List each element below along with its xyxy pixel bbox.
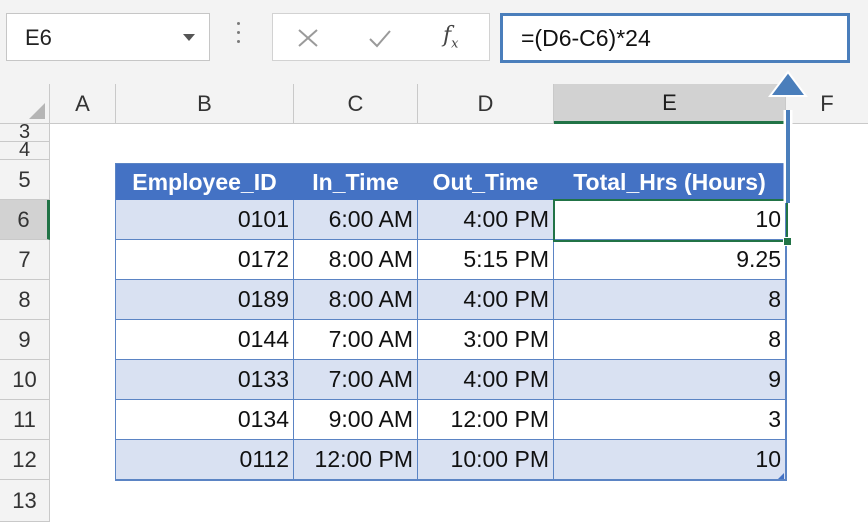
cell-c10[interactable]: 7:00 AM — [294, 360, 418, 400]
cell-b7[interactable]: 0172 — [116, 240, 294, 280]
row-header-3[interactable]: 3 — [0, 124, 50, 142]
row-header-5[interactable]: 5 — [0, 160, 50, 200]
cell-d7[interactable]: 5:15 PM — [418, 240, 554, 280]
cancel-icon[interactable] — [297, 28, 319, 48]
name-box-value: E6 — [25, 25, 52, 50]
cell-c8[interactable]: 8:00 AM — [294, 280, 418, 320]
column-header-d[interactable]: D — [418, 84, 554, 124]
cell-d11[interactable]: 12:00 PM — [418, 400, 554, 440]
cell-d8[interactable]: 4:00 PM — [418, 280, 554, 320]
formula-bar-area: E6 fx =(D6-C6)*24 — [0, 0, 868, 84]
cell-d10[interactable]: 4:00 PM — [418, 360, 554, 400]
row-header-11[interactable]: 11 — [0, 400, 50, 440]
row-header-4[interactable]: 4 — [0, 142, 50, 160]
cell-c12[interactable]: 12:00 PM — [294, 440, 418, 480]
cell-e9[interactable]: 8 — [554, 320, 786, 360]
name-box[interactable]: E6 — [6, 13, 210, 61]
cell-c9[interactable]: 7:00 AM — [294, 320, 418, 360]
cell-e7[interactable]: 9.25 — [554, 240, 786, 280]
cell-e8[interactable]: 8 — [554, 280, 786, 320]
column-header-e[interactable]: E — [554, 84, 786, 124]
row-header-10[interactable]: 10 — [0, 360, 50, 400]
column-header-c[interactable]: C — [294, 84, 418, 124]
table-header-out-time[interactable]: Out_Time — [418, 164, 554, 200]
column-header-f[interactable]: F — [786, 84, 868, 124]
enter-check-icon[interactable] — [368, 28, 392, 48]
table-header-total-hrs[interactable]: Total_Hrs (Hours) — [554, 164, 786, 200]
fill-handle[interactable] — [783, 237, 792, 246]
select-all-corner[interactable] — [0, 84, 50, 124]
cell-c6[interactable]: 6:00 AM — [294, 200, 418, 240]
cell-d6[interactable]: 4:00 PM — [418, 200, 554, 240]
worksheet-grid: A B C D E F 3 4 5 6 7 8 9 10 11 12 13 Em… — [0, 84, 868, 522]
cell-d9[interactable]: 3:00 PM — [418, 320, 554, 360]
cell-d12[interactable]: 10:00 PM — [418, 440, 554, 480]
cell-e12[interactable]: 10 — [554, 440, 786, 480]
formula-input[interactable]: =(D6-C6)*24 — [500, 13, 850, 63]
table-header-employee-id[interactable]: Employee_ID — [116, 164, 294, 200]
row-header-13[interactable]: 13 — [0, 480, 50, 522]
column-header-b[interactable]: B — [116, 84, 294, 124]
insert-function-icon[interactable]: fx — [443, 23, 459, 51]
cell-b10[interactable]: 0133 — [116, 360, 294, 400]
cell-e11[interactable]: 3 — [554, 400, 786, 440]
cell-b11[interactable]: 0134 — [116, 400, 294, 440]
row-header-7[interactable]: 7 — [0, 240, 50, 280]
cell-c11[interactable]: 9:00 AM — [294, 400, 418, 440]
cell-c7[interactable]: 8:00 AM — [294, 240, 418, 280]
formula-buttons: fx — [272, 13, 490, 61]
cell-b6[interactable]: 0101 — [116, 200, 294, 240]
row-header-8[interactable]: 8 — [0, 280, 50, 320]
cell-b12[interactable]: 0112 — [116, 440, 294, 480]
more-options-icon[interactable] — [237, 22, 241, 50]
formula-text: =(D6-C6)*24 — [521, 25, 651, 51]
chevron-down-icon[interactable] — [183, 34, 195, 41]
column-header-a[interactable]: A — [50, 84, 116, 124]
cell-b9[interactable]: 0144 — [116, 320, 294, 360]
row-header-9[interactable]: 9 — [0, 320, 50, 360]
cell-e10[interactable]: 9 — [554, 360, 786, 400]
table-resize-handle[interactable] — [778, 473, 784, 479]
cell-e6[interactable]: 10 — [554, 200, 786, 240]
cell-b8[interactable]: 0189 — [116, 280, 294, 320]
table-header-in-time[interactable]: In_Time — [294, 164, 418, 200]
row-header-6[interactable]: 6 — [0, 200, 50, 240]
row-header-12[interactable]: 12 — [0, 440, 50, 480]
